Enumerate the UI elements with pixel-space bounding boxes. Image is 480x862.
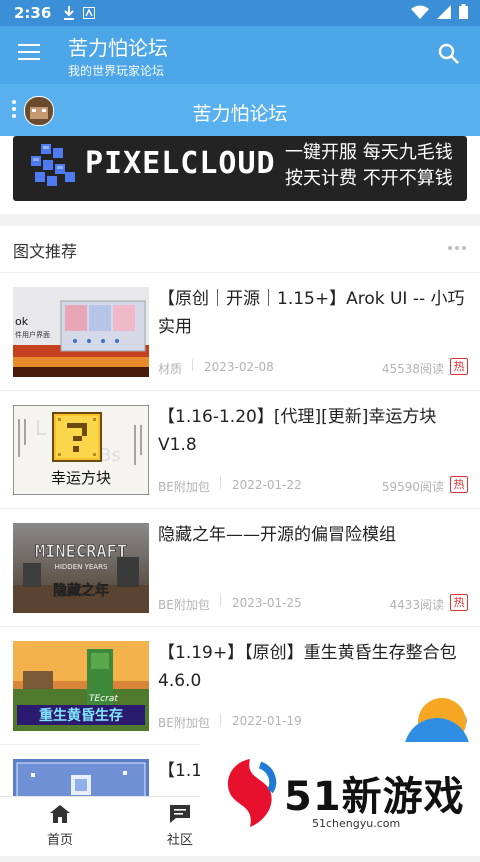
app-bar: 苦力怕论坛 我的世界玩家论坛	[0, 26, 480, 84]
thumb-text: 隐藏之年	[53, 582, 109, 599]
article-thumbnail: ok 件用户界面	[13, 287, 149, 377]
article-date: 2022-01-22	[232, 478, 302, 492]
ad-banner[interactable]: PIXELCLOUD 一键开服 每天九毛钱 按天计费 不开不算钱	[13, 136, 467, 201]
banner-slogan-1: 一键开服 每天九毛钱	[285, 142, 453, 163]
thumb-text: HIDDEN YEARS	[55, 563, 108, 571]
chat-icon	[170, 805, 190, 823]
app-notification-icon	[83, 7, 96, 19]
svg-text:L: L	[35, 416, 47, 440]
status-bar: 2:36	[0, 0, 480, 26]
home-icon	[50, 805, 70, 823]
wifi-icon	[411, 5, 429, 19]
article-views: 59590阅读	[381, 480, 444, 494]
forum-title: 苦力怕论坛	[192, 103, 288, 125]
svg-text:Bs: Bs	[99, 445, 121, 466]
watermark-url: 51chengyu.com	[312, 817, 401, 830]
thumb-text: ok	[15, 315, 29, 328]
article-category: 材质	[158, 362, 183, 376]
article-thumbnail: MINECRAFT HIDDEN YEARS 隐藏之年	[13, 523, 149, 613]
search-icon[interactable]	[438, 43, 460, 65]
watermark-brand: 51新游戏	[284, 774, 465, 820]
section-title: 图文推荐	[13, 242, 78, 261]
status-time: 2:36	[14, 4, 52, 22]
article-date: 2023-01-25	[232, 596, 302, 610]
article-category: BE附加包	[158, 480, 210, 494]
article-category: BE附加包	[158, 716, 210, 730]
article-title[interactable]: 【1.19+】【原创】重生黄昏生存整合包4.6.0	[158, 639, 468, 697]
signal-icon	[437, 4, 451, 19]
nav-home-label: 首页	[46, 833, 73, 848]
article-item[interactable]: ok 件用户界面 【原创｜开源｜1.15+】Arok UI -- 小巧实用 材质…	[0, 273, 480, 391]
watermark: 51新游戏 51chengyu.com	[200, 742, 480, 855]
thumb-text: MINECRAFT	[35, 542, 127, 562]
article-item[interactable]: L Bs 幸运方块 【1.16-1.20】[代理][更新]幸运方块V1.8 BE…	[0, 391, 480, 509]
article-item[interactable]: MINECRAFT HIDDEN YEARS 隐藏之年 隐藏之年——开源的偏冒险…	[0, 509, 480, 627]
banner-logo-text: PIXELCLOUD	[85, 146, 276, 181]
menu-icon[interactable]	[18, 44, 40, 60]
article-meta: 材质 2023-02-08 45538阅读 热	[158, 357, 468, 377]
article-views: 4433阅读	[389, 598, 444, 612]
server-blocks-icon	[31, 144, 75, 186]
article-title[interactable]: 隐藏之年——开源的偏冒险模组	[158, 521, 468, 579]
meta-divider	[192, 359, 193, 371]
hot-badge: 热	[450, 476, 468, 493]
banner-area: PIXELCLOUD 一键开服 每天九毛钱 按天计费 不开不算钱	[0, 136, 480, 214]
meta-divider	[220, 595, 221, 607]
article-meta: BE附加包 2023-01-25 4433阅读 热	[158, 593, 468, 613]
hot-badge: 热	[450, 594, 468, 611]
battery-icon	[459, 4, 468, 19]
article-thumbnail: L Bs 幸运方块	[13, 405, 149, 495]
app-subtitle: 我的世界玩家论坛	[68, 64, 165, 78]
recommended-section: 图文推荐 ok 件用户界面 【原创｜开源｜1.15+】Arok UI -- 小巧…	[0, 226, 480, 849]
nav-home[interactable]: 首页	[20, 803, 100, 848]
app-title: 苦力怕论坛	[68, 36, 168, 60]
banner-slogan-2: 按天计费 不开不算钱	[285, 168, 453, 189]
article-title[interactable]: 【1.16-1.20】[代理][更新]幸运方块V1.8	[158, 403, 468, 461]
article-title[interactable]: 【原创｜开源｜1.15+】Arok UI -- 小巧实用	[158, 285, 468, 343]
article-category: BE附加包	[158, 598, 210, 612]
thumb-text: 重生黄昏生存	[39, 707, 123, 724]
meta-divider	[220, 477, 221, 489]
article-thumbnail: TEcrat 重生黄昏生存	[13, 641, 149, 731]
thumb-text: 幸运方块	[51, 469, 111, 487]
thumb-text: TEcrat	[89, 694, 118, 704]
more-horiz-icon[interactable]	[448, 246, 466, 250]
thumb-text: 件用户界面	[15, 330, 50, 339]
forum-bar: 苦力怕论坛	[0, 84, 480, 136]
watermark-logo	[227, 759, 277, 827]
hot-badge: 热	[450, 358, 468, 375]
article-item[interactable]: TEcrat 重生黄昏生存 【1.19+】【原创】重生黄昏生存整合包4.6.0 …	[0, 627, 480, 745]
article-views: 45538阅读	[381, 362, 444, 376]
section-header: 图文推荐	[0, 226, 480, 273]
article-date: 2023-02-08	[204, 360, 274, 374]
meta-divider	[220, 713, 221, 725]
article-meta: BE附加包 2022-01-22 59590阅读 热	[158, 475, 468, 495]
download-icon	[64, 6, 75, 20]
article-date: 2022-01-19	[232, 714, 302, 728]
